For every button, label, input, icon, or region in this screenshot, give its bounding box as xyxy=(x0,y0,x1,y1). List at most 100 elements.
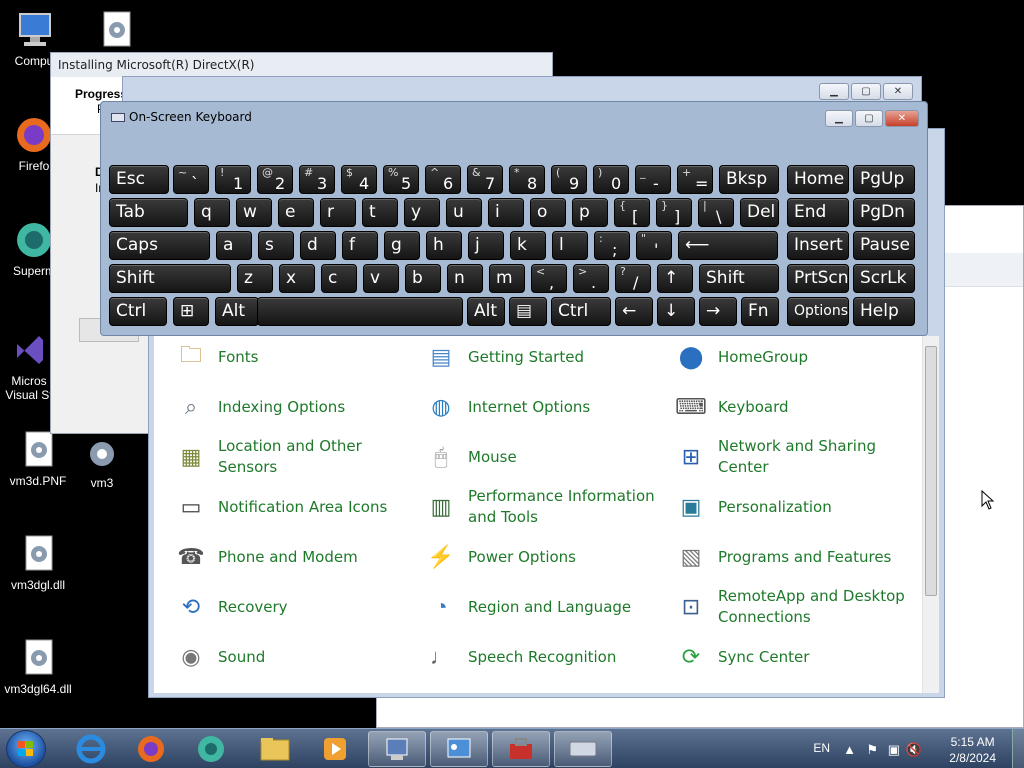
taskbar-toolbox[interactable] xyxy=(492,731,550,767)
key-symbol[interactable]: {[ xyxy=(614,198,650,227)
key-insert[interactable]: Insert xyxy=(787,231,849,260)
control-panel-item[interactable]: ▧ Programs and Features xyxy=(674,536,914,578)
key-space[interactable] xyxy=(257,297,463,326)
key-ctrl[interactable]: Ctrl xyxy=(109,297,167,326)
desktop-icon-vm3dgl[interactable]: vm3dgl.dll xyxy=(0,534,78,592)
key-symbol[interactable]: $4 xyxy=(341,165,377,194)
key-n[interactable]: n xyxy=(447,264,483,293)
desktop-icon-vm3d-inf[interactable] xyxy=(76,10,156,54)
key-symbol[interactable]: :; xyxy=(594,231,630,260)
control-panel-item[interactable]: ☎ Phone and Modem xyxy=(174,536,414,578)
scrollbar-thumb[interactable] xyxy=(925,346,937,596)
key-tab[interactable]: Tab xyxy=(109,198,188,227)
key-symbol-1[interactable]: ⊞ xyxy=(173,297,209,326)
control-panel-item[interactable]: ▤ Getting Started xyxy=(424,336,664,378)
key-x[interactable]: x xyxy=(279,264,315,293)
control-panel-item[interactable]: ⟳ Sync Center xyxy=(674,636,914,678)
start-button[interactable] xyxy=(6,730,46,768)
key-symbol[interactable]: ) 0 xyxy=(593,165,629,194)
show-hidden-icons-icon[interactable]: ▲ xyxy=(843,742,856,757)
key-home[interactable]: Home xyxy=(787,165,849,194)
key-alt[interactable]: Alt xyxy=(467,297,505,326)
vertical-scrollbar[interactable] xyxy=(922,336,939,693)
taskbar-firefox[interactable] xyxy=(122,731,180,767)
control-panel-item[interactable]: ▣ Personalization xyxy=(674,486,914,528)
key-d[interactable]: d xyxy=(300,231,336,260)
key-prtscn[interactable]: PrtScn xyxy=(787,264,849,293)
key-symbol[interactable]: ~ ` xyxy=(173,165,209,194)
key-symbol[interactable]: % 5 xyxy=(383,165,419,194)
taskbar-internet-explorer[interactable] xyxy=(62,731,120,767)
control-panel-item[interactable]: ⌨ Keyboard xyxy=(674,386,914,428)
key-q[interactable]: q xyxy=(194,198,230,227)
control-panel-item[interactable]: 🗀 Fonts xyxy=(174,336,414,378)
language-indicator[interactable]: EN xyxy=(813,741,830,755)
key-y[interactable]: y xyxy=(404,198,440,227)
key-ctrl[interactable]: Ctrl xyxy=(551,297,611,326)
control-panel-item[interactable]: ▦ Location and Other Sensors xyxy=(174,436,414,478)
key-c[interactable]: c xyxy=(321,264,357,293)
close-button[interactable]: ✕ xyxy=(883,83,913,100)
key-symbol-5[interactable]: ▤ xyxy=(509,297,547,326)
action-center-flag-icon[interactable]: ⚑ xyxy=(866,742,878,758)
key-symbol[interactable]: (9 xyxy=(551,165,587,194)
key-a[interactable]: a xyxy=(216,231,252,260)
key-p[interactable]: p xyxy=(572,198,608,227)
key-o[interactable]: o xyxy=(530,198,566,227)
key-f[interactable]: f xyxy=(342,231,378,260)
key-s[interactable]: s xyxy=(258,231,294,260)
key-symbol[interactable]: " ' xyxy=(636,231,672,260)
maximize-button[interactable]: ▢ xyxy=(855,110,883,127)
key-symbol[interactable]: }] xyxy=(656,198,692,227)
key-k[interactable]: k xyxy=(510,231,546,260)
taskbar-file-explorer[interactable] xyxy=(246,731,304,767)
key-w[interactable]: w xyxy=(236,198,272,227)
key-fn[interactable]: Fn xyxy=(741,297,779,326)
control-panel-item[interactable]: ⬤ HomeGroup xyxy=(674,336,914,378)
desktop-icon-vm3dgl64[interactable]: vm3dgl64.dll xyxy=(0,638,78,696)
key-alt[interactable]: Alt xyxy=(215,297,259,326)
key-bksp[interactable]: Bksp xyxy=(719,165,779,194)
key-u[interactable]: u xyxy=(446,198,482,227)
control-panel-item[interactable]: ◔ Region and Language xyxy=(424,586,664,628)
key-shift[interactable]: Shift xyxy=(699,264,779,293)
key-v[interactable]: v xyxy=(363,264,399,293)
control-panel-item[interactable]: ◍ Internet Options xyxy=(424,386,664,428)
network-icon[interactable]: ▣ xyxy=(888,742,900,758)
key-pgup[interactable]: PgUp xyxy=(853,165,915,194)
desktop-icon-vm3d-pnf[interactable]: vm3d.PNF xyxy=(0,430,78,488)
key-symbol[interactable]: + = xyxy=(677,165,713,194)
key-symbol-11[interactable]: ↑ xyxy=(657,264,693,293)
maximize-button[interactable]: ▢ xyxy=(851,83,881,100)
control-panel-item[interactable]: ♩ Speech Recognition xyxy=(424,636,664,678)
key-pause[interactable]: Pause xyxy=(853,231,915,260)
key-symbol[interactable]: & 7 xyxy=(467,165,503,194)
desktop-icon-vm3[interactable]: vm3 xyxy=(72,438,132,490)
key-end[interactable]: End xyxy=(787,198,849,227)
minimize-button[interactable]: ▁ xyxy=(825,110,853,127)
key-symbol-8[interactable]: ↓ xyxy=(657,297,695,326)
control-panel-item[interactable]: ⚡ Power Options xyxy=(424,536,664,578)
key-pgdn[interactable]: PgDn xyxy=(853,198,915,227)
key-symbol[interactable]: * 8 xyxy=(509,165,545,194)
show-desktop-button[interactable] xyxy=(1012,729,1024,768)
key-del[interactable]: Del xyxy=(740,198,779,227)
key-symbol[interactable]: ^ 6 xyxy=(425,165,461,194)
control-panel-item[interactable]: ⊡ RemoteApp and Desktop Connections xyxy=(674,586,914,628)
key-g[interactable]: g xyxy=(384,231,420,260)
key-symbol[interactable]: @2 xyxy=(257,165,293,194)
control-panel-item[interactable]: ▥ Performance Information and Tools xyxy=(424,486,664,528)
key-help[interactable]: Help xyxy=(853,297,915,326)
key-shift[interactable]: Shift xyxy=(109,264,231,293)
control-panel-item[interactable]: 🖱 Mouse xyxy=(424,436,664,478)
key-caps[interactable]: Caps xyxy=(109,231,210,260)
key-symbol[interactable]: _ - xyxy=(635,165,671,194)
control-panel-item[interactable]: ⌕ Indexing Options xyxy=(174,386,414,428)
key-symbol-9[interactable]: → xyxy=(699,297,737,326)
key-symbol[interactable]: | \ xyxy=(698,198,734,227)
close-button[interactable]: ✕ xyxy=(885,110,919,127)
taskbar-on-screen-keyboard[interactable] xyxy=(554,731,612,767)
taskbar-installer[interactable] xyxy=(368,731,426,767)
key-z[interactable]: z xyxy=(237,264,273,293)
key-r[interactable]: r xyxy=(320,198,356,227)
